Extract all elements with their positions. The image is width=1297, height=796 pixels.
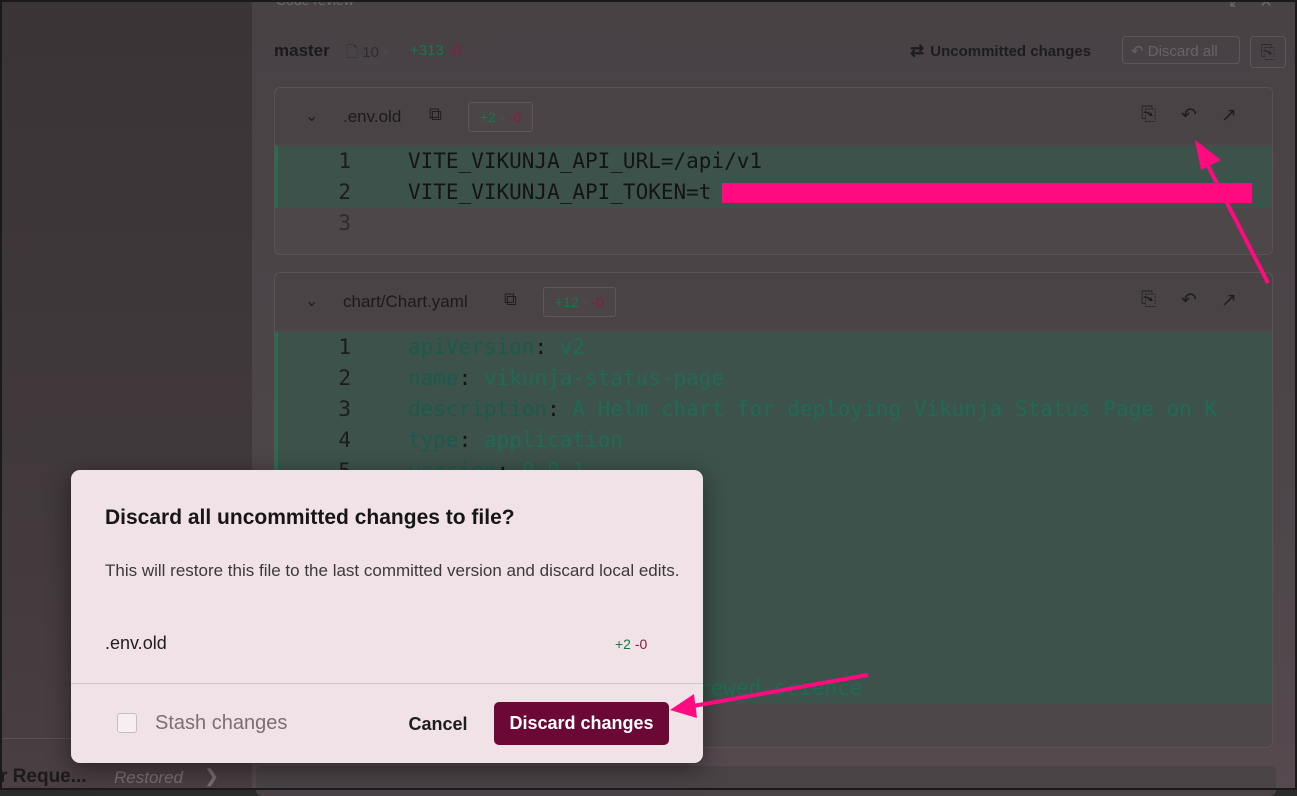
line-text: type: application (408, 428, 623, 452)
file-deletions: -0 (591, 294, 604, 310)
line-number: 3 (338, 211, 351, 235)
copy-icon[interactable]: ⧉ (429, 104, 442, 125)
redaction-bar (722, 183, 1252, 203)
line-text: name: vikunja-status-page (408, 366, 725, 390)
line-text: rewed science (698, 676, 863, 700)
paperclip-icon[interactable]: ⎘ (1141, 104, 1156, 126)
file-diff-card (256, 766, 1276, 796)
line-number: 1 (338, 335, 351, 359)
undo-icon: ↶ (1131, 43, 1144, 60)
review-toolbar: master 🗋 10 • +313 -0 ⇄ Uncommitted chang… (274, 36, 1289, 68)
dialog-additions: +2 (615, 636, 631, 652)
line-text: VITE_VIKUNJA_API_URL=/api/v1 (408, 149, 763, 173)
chevron-right-icon[interactable]: ❯ (204, 766, 219, 787)
additions-count: +313 (410, 42, 444, 59)
copy-icon[interactable]: ⧉ (504, 289, 517, 310)
dialog-file-name: .env.old (105, 633, 167, 653)
discard-changes-button[interactable]: Discard changes (494, 702, 669, 745)
line-number: 2 (338, 366, 351, 390)
discard-confirm-dialog: Discard all uncommitted changes to file?… (71, 470, 703, 763)
collapse-icon[interactable]: ↙ (1228, 0, 1259, 11)
uncommitted-changes-toggle[interactable]: ⇄ Uncommitted changes (910, 41, 1091, 61)
uncommitted-label: Uncommitted changes (930, 43, 1092, 60)
code-line: 1 apiVersion: v2 (275, 332, 1272, 363)
total-diff-stat: +313 -0 (410, 42, 461, 59)
paperclip-icon: ⎘ (1260, 42, 1276, 62)
line-text: VITE_VIKUNJA_API_TOKEN=t (408, 180, 712, 204)
sidebar-item-status: Restored (114, 768, 183, 787)
code-line: 4 type: application (275, 425, 1272, 456)
dialog-deletions: -0 (634, 636, 648, 652)
sidebar-item-label[interactable]: r Reque... (0, 766, 87, 788)
discard-all-label: Discard all (1147, 43, 1218, 60)
code-line: 2 VITE_VIKUNJA_API_TOKEN=t (275, 177, 1272, 208)
dialog-description: This will restore this file to the last … (105, 561, 680, 580)
file-diff-stat: +2 • -0 (468, 102, 534, 132)
deletions-count: -0 (447, 42, 462, 59)
chevron-down-icon[interactable]: ⌄ (305, 291, 318, 311)
file-count-value: 10 (362, 44, 379, 61)
open-external-icon[interactable]: ↗ (1221, 289, 1237, 312)
line-text: description: A Helm chart for deploying … (408, 397, 1218, 421)
window-controls[interactable]: ↙✕ (1228, 0, 1291, 12)
file-additions: +2 (480, 109, 496, 125)
revert-icon[interactable]: ↶ (1181, 289, 1197, 312)
swap-icon: ⇄ (910, 41, 925, 60)
file-name: .env.old (343, 107, 402, 126)
branch-name: master (274, 41, 330, 60)
dialog-title: Discard all uncommitted changes to file? (105, 506, 515, 529)
attach-button[interactable]: ⎘ (1250, 36, 1286, 68)
line-number: 3 (338, 397, 351, 421)
dialog-diff-stat: +2 -0 (615, 636, 647, 652)
file-header: ⌄ chart/Chart.yaml ⧉ +12 • -0 ⎘ ↶ ↗ (275, 273, 1272, 329)
dialog-divider (71, 683, 703, 684)
code-line: 2 name: vikunja-status-page (275, 363, 1272, 394)
line-number: 4 (338, 428, 351, 452)
file-additions: +12 (555, 294, 579, 310)
cancel-button[interactable]: Cancel (397, 705, 479, 743)
paperclip-icon[interactable]: ⎘ (1141, 289, 1156, 311)
stash-changes-checkbox[interactable] (117, 713, 137, 733)
file-count: 🗋 10 • (346, 44, 389, 61)
line-text: apiVersion: v2 (408, 335, 586, 359)
line-number: 2 (338, 180, 351, 204)
file-deletions: -0 (508, 109, 522, 125)
code-line: 3 description: A Helm chart for deployin… (275, 394, 1272, 425)
file-header: ⌄ .env.old ⧉ +2 • -0 ⎘ ↶ ↗ (275, 88, 1272, 144)
file-diff-card: ⌄ .env.old ⧉ +2 • -0 ⎘ ↶ ↗ 1 VITE_VIKUNJ… (274, 87, 1273, 255)
code-line: 3 (275, 208, 1272, 239)
panel-title: Code review (276, 0, 354, 8)
discard-all-button[interactable]: ↶ Discard all (1122, 36, 1240, 64)
chevron-down-icon[interactable]: ⌄ (305, 106, 318, 126)
file-diff-stat: +12 • -0 (543, 287, 616, 317)
code-line: 1 VITE_VIKUNJA_API_URL=/api/v1 (275, 146, 1272, 177)
revert-icon[interactable]: ↶ (1181, 104, 1197, 127)
stash-changes-label[interactable]: Stash changes (155, 712, 287, 735)
code-view: 1 VITE_VIKUNJA_API_URL=/api/v1 2 VITE_VI… (275, 146, 1272, 239)
open-external-icon[interactable]: ↗ (1221, 104, 1237, 127)
close-icon[interactable]: ✕ (1259, 0, 1290, 11)
file-name: chart/Chart.yaml (343, 292, 468, 311)
line-number: 1 (338, 149, 351, 173)
file-icon: 🗋 (346, 44, 359, 61)
